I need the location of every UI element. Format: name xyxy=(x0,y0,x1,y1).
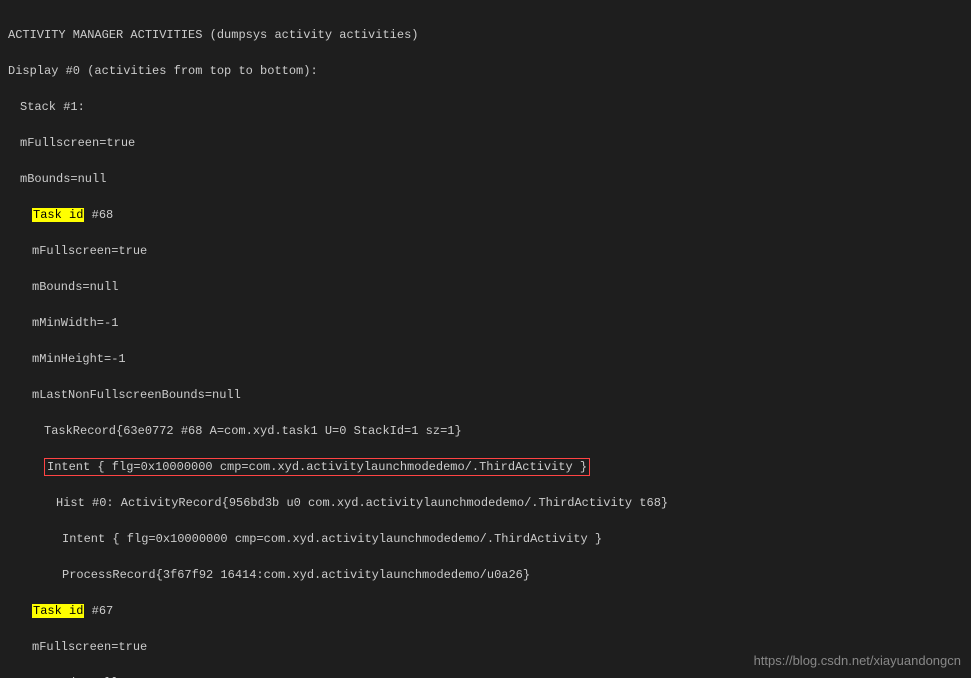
output-line: Stack #1: xyxy=(8,98,963,116)
task-number: #68 xyxy=(84,208,113,222)
highlight-task-id: Task id xyxy=(32,208,84,222)
output-line: Display #0 (activities from top to botto… xyxy=(8,62,963,80)
output-line: mBounds=null xyxy=(8,170,963,188)
output-line: mBounds=null xyxy=(8,674,963,678)
task-number: #67 xyxy=(84,604,113,618)
output-line: Task id #67 xyxy=(8,602,963,620)
highlight-box-intent: Intent { flg=0x10000000 cmp=com.xyd.acti… xyxy=(44,458,590,476)
output-line: mMinWidth=-1 xyxy=(8,314,963,332)
output-line: ACTIVITY MANAGER ACTIVITIES (dumpsys act… xyxy=(8,26,963,44)
output-line: mMinHeight=-1 xyxy=(8,350,963,368)
output-line: mBounds=null xyxy=(8,278,963,296)
output-line: Hist #0: ActivityRecord{956bd3b u0 com.x… xyxy=(8,494,963,512)
output-line: mFullscreen=true xyxy=(8,134,963,152)
output-line: mFullscreen=true xyxy=(8,242,963,260)
watermark-text: https://blog.csdn.net/xiayuandongcn xyxy=(754,652,961,670)
output-line: ProcessRecord{3f67f92 16414:com.xyd.acti… xyxy=(8,566,963,584)
output-line: Task id #68 xyxy=(8,206,963,224)
output-line: mLastNonFullscreenBounds=null xyxy=(8,386,963,404)
terminal-output: ACTIVITY MANAGER ACTIVITIES (dumpsys act… xyxy=(0,0,971,678)
output-line: Intent { flg=0x10000000 cmp=com.xyd.acti… xyxy=(8,458,963,476)
highlight-task-id: Task id xyxy=(32,604,84,618)
output-line: TaskRecord{63e0772 #68 A=com.xyd.task1 U… xyxy=(8,422,963,440)
output-line: Intent { flg=0x10000000 cmp=com.xyd.acti… xyxy=(8,530,963,548)
